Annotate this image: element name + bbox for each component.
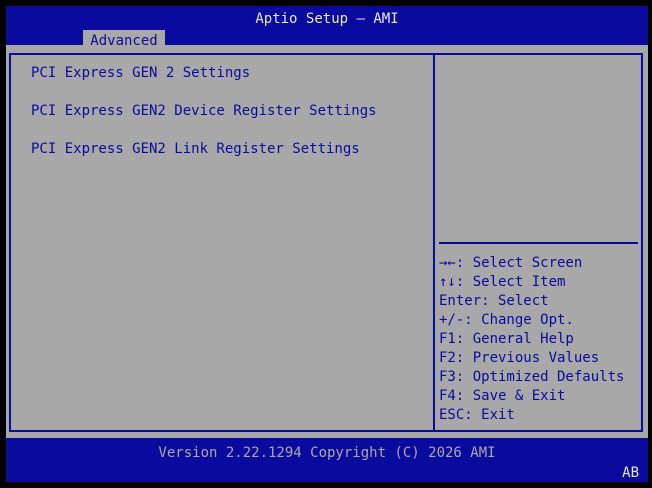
key-help-list: →←: Select Screen ↑↓: Select Item Enter:… — [439, 254, 644, 425]
key-help-f2: F2: Previous Values — [439, 350, 600, 366]
key-help-f1: F1: General Help — [439, 331, 574, 347]
version-text: Version 2.22.1294 Copyright (C) 2026 AMI — [158, 445, 496, 461]
status-indicator: AB — [622, 465, 639, 481]
help-separator — [439, 242, 638, 244]
menu-item-pcie-gen2-settings[interactable]: PCI Express GEN 2 Settings — [31, 64, 431, 83]
key-help-f4: F4: Save & Exit — [439, 388, 566, 404]
key-help-enter: Enter: Select — [439, 293, 549, 309]
footer-bar: Version 2.22.1294 Copyright (C) 2026 AMI… — [6, 438, 648, 482]
settings-menu: PCI Express GEN 2 Settings PCI Express G… — [31, 64, 431, 178]
menu-item-pcie-gen2-link-register[interactable]: PCI Express GEN2 Link Register Settings — [31, 140, 431, 159]
key-help-select-screen: →←: Select Screen — [439, 255, 583, 271]
key-help-f3: F3: Optimized Defaults — [439, 369, 625, 385]
key-help-esc: ESC: Exit — [439, 407, 515, 423]
app-title: Aptio Setup – AMI — [255, 11, 399, 27]
key-help-change-opt: +/-: Change Opt. — [439, 312, 574, 328]
menu-item-pcie-gen2-device-register[interactable]: PCI Express GEN2 Device Register Setting… — [31, 102, 431, 121]
help-divider — [433, 53, 435, 432]
main-panel: PCI Express GEN 2 Settings PCI Express G… — [6, 45, 648, 438]
header-bar: Aptio Setup – AMI Advanced — [6, 6, 648, 51]
key-help-select-item: ↑↓: Select Item — [439, 274, 566, 290]
